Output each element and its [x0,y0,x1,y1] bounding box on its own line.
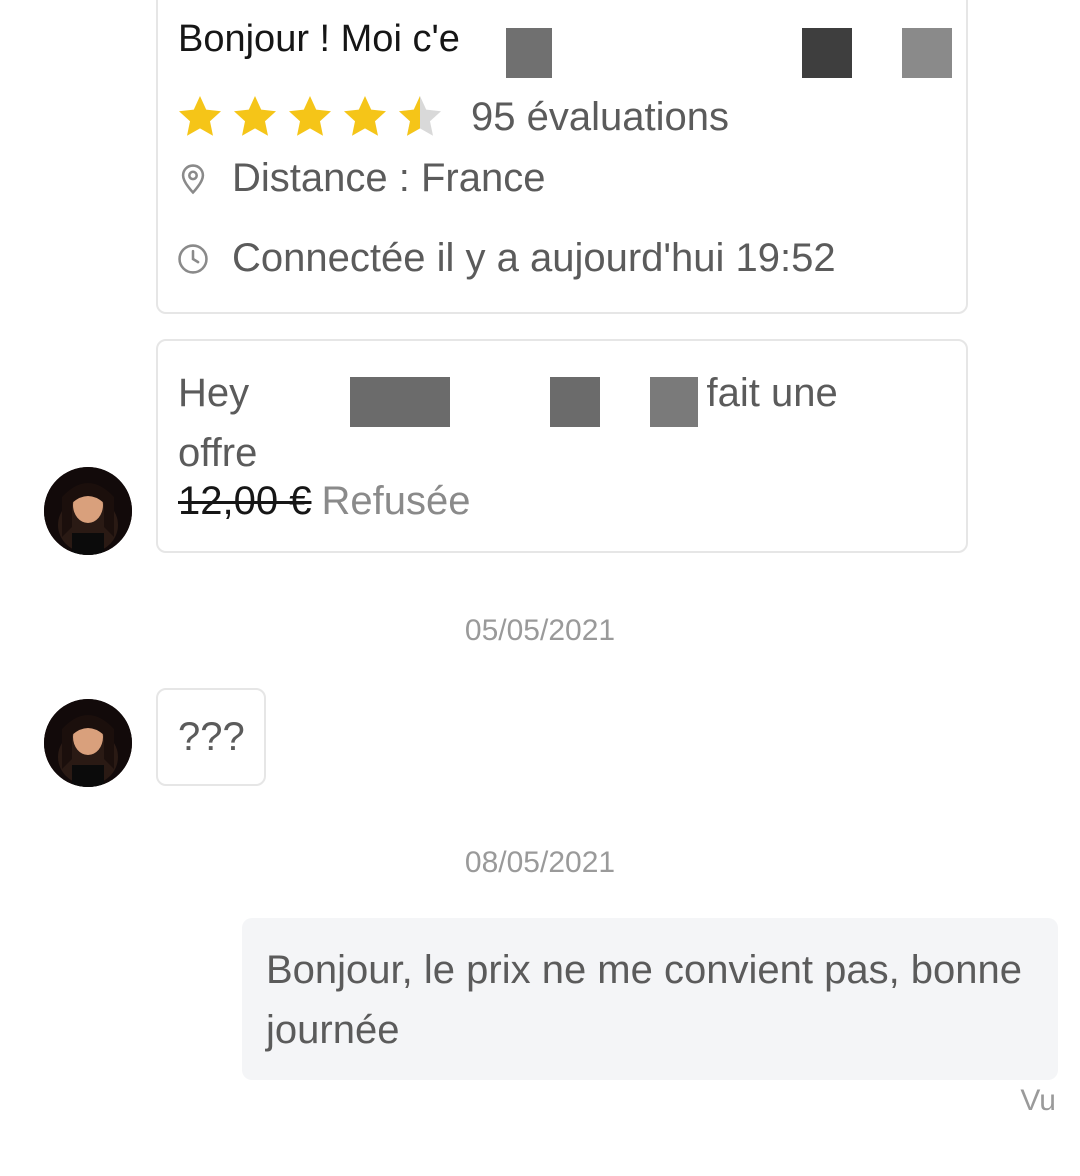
date-separator: 05/05/2021 [464,614,616,647]
profile-greeting: Bonjour ! Moi c'e [178,18,460,60]
star-icon [344,96,386,136]
last-seen-text: Connectée il y a aujourd'hui 19:52 [232,236,836,280]
clock-icon [178,243,208,274]
date-separator: 08/05/2021 [464,846,616,879]
star-icon [289,96,331,136]
seen-status: Vu [1020,1084,1056,1117]
offer-card[interactable]: Hey a fait une offre 12,00 € Refusée [156,339,968,553]
distance-row: Distance : France [176,156,545,201]
profile-card[interactable]: Bonjour ! Moi c'e 95 évaluations Distanc… [156,0,968,314]
star-icon [234,96,276,136]
redaction-block [650,377,698,427]
outgoing-message-bubble[interactable]: Bonjour, le prix ne me convient pas, bon… [242,918,1058,1080]
offer-text-start: Hey [178,371,250,415]
redaction-block [506,28,552,78]
location-pin-icon [181,163,205,194]
offer-text-line2: offre [178,431,258,475]
outgoing-message-text: Bonjour, le prix ne me convient pas, bon… [266,948,1023,1052]
star-half-icon [399,96,441,136]
avatar-photo [44,467,132,555]
incoming-message-bubble[interactable]: ??? [156,688,266,786]
review-count[interactable]: 95 évaluations [471,95,729,140]
avatar[interactable] [44,699,132,787]
redaction-block [902,28,952,78]
offer-status: Refusée [321,479,471,523]
offer-price: 12,00 € [178,479,312,523]
avatar[interactable] [44,467,132,555]
incoming-message-text: ??? [178,715,245,759]
last-seen-row: Connectée il y a aujourd'hui 19:52 [176,236,836,281]
distance-text: Distance : France [232,156,546,200]
redaction-block [802,28,852,78]
redaction-block [550,377,600,427]
rating-row[interactable]: 95 évaluations [176,92,729,142]
avatar-photo [44,699,132,787]
offer-price-row: 12,00 € Refusée [178,479,470,524]
redaction-block [350,377,450,427]
star-icon [179,96,221,136]
